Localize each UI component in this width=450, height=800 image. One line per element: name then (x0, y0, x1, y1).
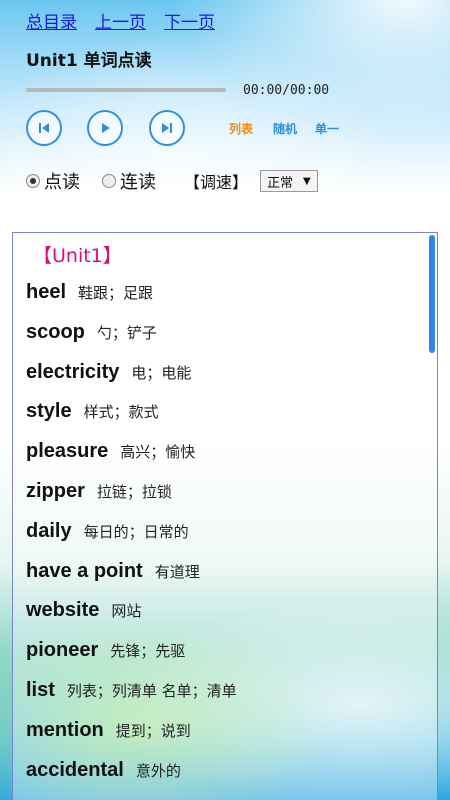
list-item[interactable]: daily 每日的；日常的 (26, 520, 189, 543)
list-item[interactable]: pleasure 高兴；愉快 (26, 440, 195, 463)
word-english: style (26, 400, 72, 423)
speed-label: 【调速】 (184, 173, 249, 192)
audio-time: 00:00/00:00 (243, 83, 330, 98)
word-english: pleasure (26, 440, 109, 463)
next-page-link[interactable]: 下一页 (164, 8, 215, 33)
radio-point-read-label: 点读 (44, 172, 80, 193)
page-title: Unit1 单词点读 (26, 51, 152, 71)
mode-list[interactable]: 列表 (229, 120, 253, 137)
unit-heading: 【Unit1】 (33, 245, 122, 267)
word-english: mention (26, 718, 104, 741)
word-meaning: 有道理 (154, 562, 200, 581)
list-item[interactable]: electricity 电；电能 (26, 361, 191, 384)
header-background (0, 0, 450, 230)
word-english: accidental (26, 758, 124, 781)
word-list[interactable]: 【Unit1】 heel 鞋跟；足跟 scoop 勺；铲子 electricity 电；电… (12, 232, 438, 800)
word-meaning: 电；电能 (131, 363, 192, 382)
skip-next-icon (162, 123, 172, 133)
word-meaning: 提到；说到 (115, 721, 191, 740)
skip-previous-button[interactable] (26, 110, 62, 146)
speed-select[interactable]: 正常 ▼ (260, 170, 318, 192)
scrollbar[interactable] (429, 235, 435, 353)
word-english: pioneer (26, 639, 99, 662)
word-meaning: 勺；铲子 (96, 323, 157, 342)
audio-progress-bar[interactable] (26, 88, 226, 92)
list-item[interactable]: pioneer 先锋；先驱 (26, 639, 185, 662)
radio-point-read[interactable]: 点读 (26, 168, 80, 194)
play-icon (102, 123, 110, 133)
list-item[interactable]: list 列表；列清单 名单；清单 (26, 679, 237, 702)
chevron-down-icon: ▼ (303, 175, 311, 187)
list-item[interactable]: website 网站 (26, 599, 141, 622)
list-item[interactable]: scoop 勺；铲子 (26, 321, 157, 344)
skip-previous-icon (39, 123, 49, 133)
reading-mode-row: 点读 连读 【调速】 正常 ▼ (26, 168, 318, 194)
word-meaning: 样式；款式 (83, 403, 159, 422)
mode-random[interactable]: 随机 (273, 120, 297, 137)
word-english: heel (26, 281, 67, 303)
word-english: website (26, 599, 100, 622)
skip-next-button[interactable] (149, 110, 185, 146)
word-meaning: 先锋；先驱 (110, 642, 186, 661)
list-item[interactable]: style 样式；款式 (26, 400, 159, 423)
list-item[interactable]: accidental 意外的 (26, 759, 181, 782)
list-item[interactable]: mention 提到；说到 (26, 719, 191, 742)
word-meaning: 意外的 (135, 761, 181, 780)
contents-link[interactable]: 总目录 (26, 8, 77, 33)
speed-select-value: 正常 (267, 175, 294, 191)
list-item[interactable]: have a point 有道理 (26, 560, 200, 583)
word-meaning: 每日的；日常的 (83, 522, 189, 541)
word-meaning: 列表；列清单 名单；清单 (66, 682, 237, 700)
word-english: zipper (26, 480, 85, 502)
list-item[interactable]: heel 鞋跟；足跟 (26, 281, 153, 304)
list-item[interactable]: zipper 拉链；拉锁 (26, 480, 172, 503)
radio-indicator (102, 174, 116, 188)
word-meaning: 鞋跟；足跟 (78, 284, 154, 302)
mode-single[interactable]: 单一 (315, 120, 339, 137)
word-english: list (26, 679, 55, 701)
word-english: daily (26, 519, 72, 542)
prev-page-link[interactable]: 上一页 (95, 8, 146, 33)
word-english: scoop (26, 320, 85, 343)
word-meaning: 网站 (111, 602, 142, 621)
word-meaning: 拉链；拉锁 (96, 483, 172, 501)
radio-continuous-read[interactable]: 连读 (102, 168, 156, 194)
word-meaning: 高兴；愉快 (120, 443, 196, 462)
word-english: electricity (26, 360, 120, 383)
radio-indicator (26, 174, 40, 188)
radio-continuous-read-label: 连读 (120, 172, 156, 193)
play-button[interactable] (87, 110, 123, 146)
word-english: have a point (26, 559, 143, 582)
top-nav: 总目录 上一页 下一页 (26, 8, 215, 33)
